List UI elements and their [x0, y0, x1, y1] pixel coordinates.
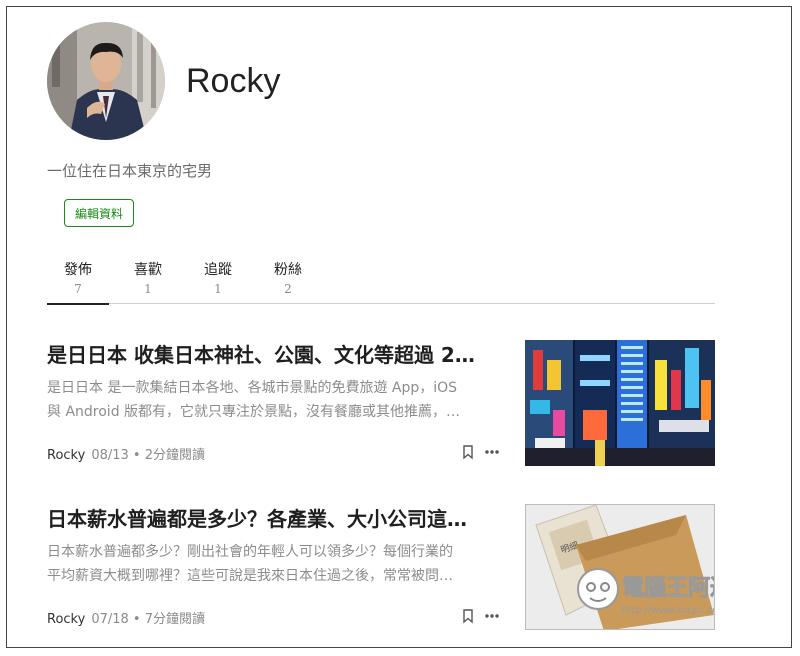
post-meta: Rocky 07/18 • 7分鐘閱讀: [47, 608, 205, 627]
post-date-readtime: 07/18 • 7分鐘閱讀: [91, 612, 205, 627]
tab-label: 發佈: [64, 262, 92, 278]
post-title[interactable]: 日本薪水普遍都是多少？各產業、大小公司這…: [47, 504, 505, 534]
profile-name: Rocky: [186, 62, 281, 100]
bookmark-icon[interactable]: [459, 607, 477, 625]
post-date-readtime: 08/13 • 2分鐘閱讀: [91, 448, 205, 463]
tab-likes[interactable]: 喜歡 1: [117, 260, 179, 304]
avatar-photo: [47, 22, 165, 140]
tab-label: 粉絲: [274, 262, 302, 278]
watermark-brand: 電腦王阿達: [622, 575, 715, 601]
post-excerpt[interactable]: 是日日本 是一款集結日本各地、各城市景點的免費旅遊 App，iOS 與 Andr…: [47, 376, 499, 424]
tab-count: 1: [144, 282, 152, 296]
watermark-url: http://www.kocpc.com.tw: [622, 605, 715, 616]
post-item[interactable]: 日本薪水普遍都是多少？各產業、大小公司這… 日本薪水普遍都多少？剛出社會的年輕人…: [47, 504, 715, 632]
bookmark-icon[interactable]: [459, 443, 477, 461]
tab-count: 7: [74, 282, 82, 296]
post-meta: Rocky 08/13 • 2分鐘閱讀: [47, 444, 205, 463]
post-excerpt-line: 日本薪水普遍都多少？剛出社會的年輕人可以領多少？每個行業的: [47, 544, 453, 560]
post-author[interactable]: Rocky: [47, 612, 85, 627]
tab-count: 1: [214, 282, 222, 296]
more-options-icon[interactable]: [483, 607, 501, 625]
post-excerpt-line: 與 Android 版都有，它就只專注於景點，沒有餐廳或其他推薦，…: [47, 404, 461, 420]
city-neon-photo: [525, 340, 715, 466]
profile-tabs: 發佈 7 喜歡 1 追蹤 1 粉絲 2: [47, 260, 715, 305]
watermark-logo: 電腦王阿達 http://www.kocpc.com.tw: [577, 568, 715, 616]
post-thumbnail[interactable]: 明細 電腦王阿達 http://www.kocpc.com.tw: [525, 504, 715, 630]
profile-bio: 一位住在日本東京的宅男: [47, 162, 213, 180]
edit-profile-button[interactable]: 編輯資料: [64, 199, 134, 227]
more-options-icon[interactable]: [483, 443, 501, 461]
post-excerpt-line: 平均薪資大概到哪裡？這些可說是我來日本住過之後，常常被問…: [47, 568, 453, 584]
post-excerpt-line: 是日日本 是一款集結日本各地、各城市景點的免費旅遊 App，iOS: [47, 380, 458, 396]
tab-count: 2: [284, 282, 292, 296]
avatar[interactable]: [47, 22, 165, 140]
tab-following[interactable]: 追蹤 1: [187, 260, 249, 304]
post-thumbnail[interactable]: [525, 340, 715, 466]
tab-label: 追蹤: [204, 262, 232, 278]
post-title[interactable]: 是日日本 收集日本神社、公園、文化等超過 2…: [47, 340, 505, 370]
tab-followers[interactable]: 粉絲 2: [257, 260, 319, 304]
post-excerpt[interactable]: 日本薪水普遍都多少？剛出社會的年輕人可以領多少？每個行業的 平均薪資大概到哪裡？…: [47, 540, 499, 588]
tab-posts[interactable]: 發佈 7: [47, 260, 109, 305]
post-author[interactable]: Rocky: [47, 448, 85, 463]
tab-label: 喜歡: [134, 262, 162, 278]
post-item[interactable]: 是日日本 收集日本神社、公園、文化等超過 2… 是日日本 是一款集結日本各地、各…: [47, 340, 715, 468]
